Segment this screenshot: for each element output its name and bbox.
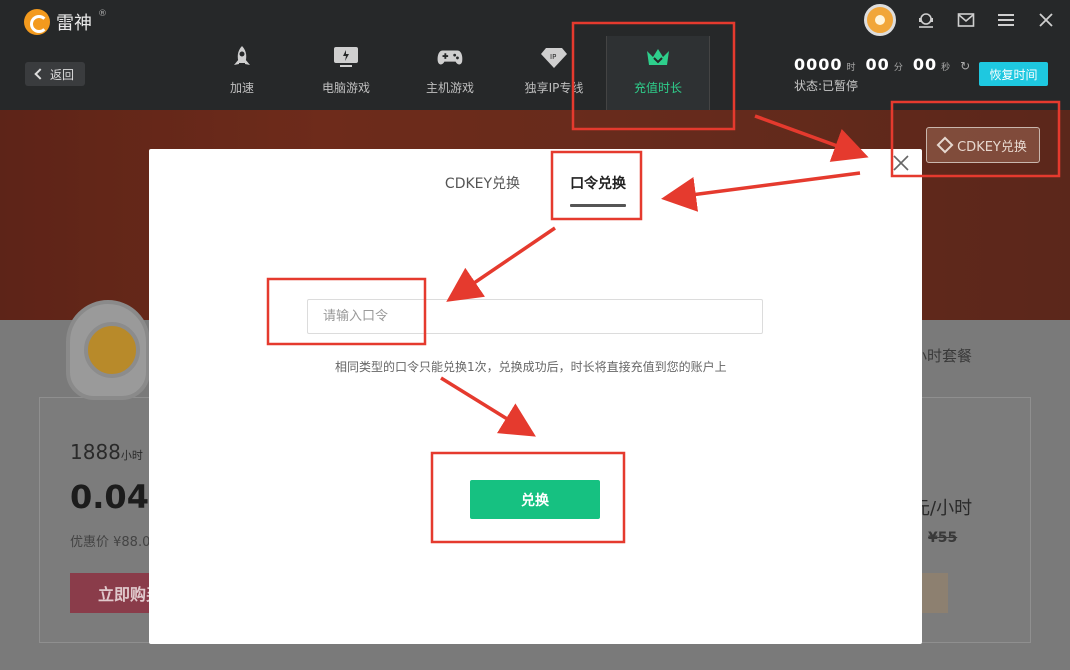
leigod-logo-icon	[24, 9, 50, 35]
nav-item-recharge[interactable]: 充值时长	[606, 36, 710, 110]
chevron-left-icon	[34, 68, 46, 80]
window-controls	[864, 4, 1056, 36]
vip-diamond-icon: IP	[540, 44, 568, 70]
resume-time-button[interactable]: 恢复时间	[979, 62, 1048, 86]
svg-text:IP: IP	[550, 53, 556, 61]
redeem-tabs: CDKEY兑换 口令兑换	[149, 173, 922, 207]
redeem-dialog: CDKEY兑换 口令兑换 相同类型的口令只能兑换1次，兑换成功后，时长将直接充值…	[149, 149, 922, 644]
back-label: 返回	[49, 67, 74, 82]
nav-label: 主机游戏	[425, 81, 474, 95]
nav-item-accelerate[interactable]: 加速	[190, 36, 294, 110]
nav-label: 电脑游戏	[321, 81, 370, 95]
mascot-image	[66, 300, 150, 400]
timer-seconds: 00	[912, 55, 938, 74]
timer-seconds-unit: 秒	[941, 63, 951, 73]
ticket-icon	[936, 136, 954, 154]
cdkey-redeem-label: CDKEY兑换	[957, 139, 1027, 155]
redeem-hint: 相同类型的口令只能兑换1次，兑换成功后，时长将直接充值到您的账户上	[335, 360, 727, 374]
registered-mark: ®	[98, 9, 107, 19]
plan-hours-value: 1888	[70, 440, 121, 464]
gamepad-icon	[436, 44, 464, 70]
user-avatar[interactable]	[864, 4, 896, 36]
nav-label: 加速	[229, 81, 254, 95]
plan-discount: 优惠价 ¥88.0	[70, 535, 151, 550]
app-name: 雷神	[56, 13, 92, 34]
nav-item-dedicated-ip[interactable]: IP 独享IP专线	[502, 36, 606, 110]
nav-label: 独享IP专线	[524, 81, 584, 95]
remaining-time: 0000 时 00 分 00 秒 ↻	[794, 55, 970, 74]
timer-hours: 0000	[794, 55, 843, 74]
original-price: ¥55	[928, 530, 958, 546]
rocket-icon	[228, 44, 256, 70]
back-button[interactable]: 返回	[25, 62, 85, 86]
nav-label: 充值时长	[633, 81, 682, 95]
menu-icon[interactable]	[996, 10, 1016, 30]
app-logo: 雷神 ®	[24, 9, 107, 35]
plan-hours: 1888小时	[70, 440, 143, 464]
password-input[interactable]	[307, 299, 763, 334]
monitor-icon	[332, 44, 360, 70]
timer-minutes: 00	[865, 55, 890, 74]
tab-cdkey[interactable]: CDKEY兑换	[445, 173, 520, 207]
plan-hours-unit: 小时	[120, 449, 143, 462]
cdkey-redeem-button[interactable]: CDKEY兑换	[926, 127, 1040, 163]
window-close-icon[interactable]	[1036, 10, 1056, 30]
nav-item-console-games[interactable]: 主机游戏	[398, 36, 502, 110]
timer-hours-unit: 时	[846, 63, 856, 73]
title-bar: 雷神 ® 返回 加速 电脑游戏 主机游戏 IP 独享IP专线 充值时长 0000…	[0, 0, 1070, 110]
status-text: 状态:已暂停	[794, 79, 859, 93]
tab-password-redeem[interactable]: 口令兑换	[570, 173, 627, 207]
redeem-button[interactable]: 兑换	[470, 480, 600, 519]
mail-icon[interactable]	[956, 10, 976, 30]
refresh-icon[interactable]: ↻	[960, 59, 970, 73]
main-nav: 加速 电脑游戏 主机游戏 IP 独享IP专线 充值时长	[190, 36, 710, 110]
crown-icon	[644, 44, 672, 70]
dialog-close-icon[interactable]	[888, 150, 914, 176]
nav-item-pc-games[interactable]: 电脑游戏	[294, 36, 398, 110]
timer-minutes-unit: 分	[893, 63, 903, 73]
customer-service-icon[interactable]	[916, 10, 936, 30]
